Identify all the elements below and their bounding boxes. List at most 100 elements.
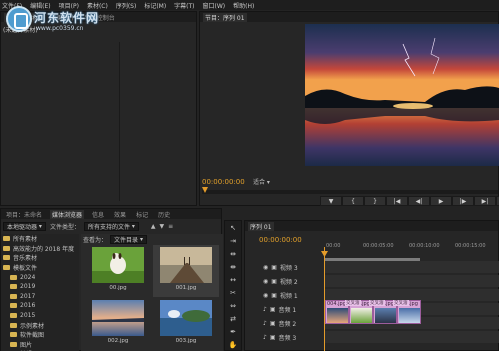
transition-label[interactable]: 交叉溶 <box>393 300 409 306</box>
track-header[interactable]: ◉ ▣ 视频 3 <box>245 261 324 274</box>
media-thumbnail-grid: 查看为： 文件目录 ▾ 00.jpg 001.jpg 002.jpg 003.j… <box>81 234 223 351</box>
folder-tree-item[interactable]: 2019 <box>1 282 79 292</box>
menu-title[interactable]: 字幕(T) <box>174 1 194 10</box>
transition-label[interactable]: 交叉溶 <box>345 300 361 306</box>
project-tabbar: 项目：未命名 媒体浏览器 信息 效果 标记 历史 <box>1 209 221 219</box>
tab-markers[interactable]: 标记 <box>134 210 150 219</box>
view-as-value: 文件目录 <box>114 236 139 244</box>
nav-forward-icon[interactable]: ▼ <box>160 223 165 230</box>
pier-thumbnail-image <box>160 247 212 283</box>
track-select-tool-icon[interactable]: ⇥ <box>227 236 239 247</box>
track-header[interactable]: ♪ ▣ 音频 2 <box>245 317 324 330</box>
folder-tree-item[interactable]: 2015 <box>1 311 79 321</box>
tab-media-browser[interactable]: 媒体浏览器 <box>50 209 85 219</box>
play-button[interactable]: ▶ <box>430 196 452 206</box>
folder-tree-item[interactable]: 音乐素材 <box>1 253 79 263</box>
folder-tree-item[interactable]: 图片 <box>1 340 79 350</box>
thumbnail-item[interactable]: 003.jpg <box>153 298 219 350</box>
program-timecode[interactable]: 00:00:00:00 <box>202 178 245 186</box>
tab-effects[interactable]: 效果 <box>112 210 128 219</box>
thumbnail-item[interactable]: 002.jpg <box>85 298 151 350</box>
thumbnail-item[interactable]: 00.jpg <box>85 245 151 297</box>
lock-icon[interactable]: ▣ <box>270 306 276 313</box>
source-right-column <box>123 42 193 201</box>
tab-history[interactable]: 历史 <box>156 210 172 219</box>
folder-tree-item[interactable]: 高效能力的 2018 年度 <box>1 244 79 254</box>
drive-dropdown-value: 本地驱动器 <box>7 223 38 231</box>
track-header[interactable]: ♪ ▣ 音频 1 <box>245 303 324 316</box>
speaker-icon[interactable]: ♪ <box>263 306 267 313</box>
tab-program[interactable]: 节目：序列 01 <box>203 12 247 22</box>
thumbnail-item-selected[interactable]: 001.jpg <box>153 245 219 297</box>
folder-label: 2024 <box>20 273 36 281</box>
track-header[interactable]: ◉ ▣ 视频 1 <box>245 289 324 302</box>
transition-label[interactable]: 交叉溶 <box>369 300 385 306</box>
slip-tool-icon[interactable]: ⇔ <box>227 301 239 312</box>
mark-in-button[interactable]: { <box>342 196 364 206</box>
eye-icon[interactable]: ◉ <box>263 278 268 285</box>
rolling-edit-tool-icon[interactable]: ⇼ <box>227 262 239 273</box>
lock-icon[interactable]: ▣ <box>271 264 277 271</box>
selection-tool-icon[interactable]: ↖ <box>227 223 239 234</box>
lock-icon[interactable]: ▣ <box>270 320 276 327</box>
go-to-out-button[interactable]: ▶| <box>474 196 496 206</box>
view-as-dropdown[interactable]: 文件目录 ▾ <box>110 234 147 244</box>
add-marker-button[interactable]: ▼ <box>320 196 342 206</box>
folder-tree-item[interactable]: 模板文件 <box>1 263 79 273</box>
coast-thumbnail-image <box>160 300 212 336</box>
eye-icon[interactable]: ◉ <box>263 292 268 299</box>
menu-help[interactable]: 帮助(H) <box>233 1 254 10</box>
folder-label: 图片 <box>20 341 33 349</box>
tab-project[interactable]: 项目：未命名 <box>4 210 44 219</box>
mark-out-button[interactable]: } <box>364 196 386 206</box>
folder-tree-item[interactable]: 2016 <box>1 301 79 311</box>
lock-icon[interactable]: ▣ <box>270 334 276 341</box>
media-browser-toolbar: 本地驱动器 ▾ 文件类型： 所有支持的文件 ▾ ▲ ▼ ≡ <box>1 220 223 232</box>
track-name: 视频 3 <box>279 265 298 272</box>
drive-dropdown[interactable]: 本地驱动器 ▾ <box>3 221 46 231</box>
folder-tree-item[interactable]: 软件截图 <box>1 330 79 340</box>
track-lane[interactable] <box>325 331 499 343</box>
timeline-ruler[interactable]: 00:00 00:00:05:00 00:00:10:00 00:00:15:0… <box>325 241 499 255</box>
folder-tree-item[interactable]: 2024 <box>1 272 79 282</box>
folder-tree-item[interactable]: 2017 <box>1 292 79 302</box>
track-lane[interactable] <box>325 261 499 273</box>
program-scrubber[interactable] <box>202 190 498 194</box>
file-type-dropdown[interactable]: 所有支持的文件 ▾ <box>83 221 139 231</box>
program-video-frame <box>305 24 499 166</box>
menu-window[interactable]: 窗口(W) <box>203 1 226 10</box>
track-lane[interactable] <box>325 275 499 287</box>
tab-sequence[interactable]: 序列 01 <box>248 221 274 231</box>
menu-marker[interactable]: 标记(M) <box>144 1 166 10</box>
track-header[interactable]: ◉ ▣ 视频 2 <box>245 275 324 288</box>
timeline-timecode[interactable]: 00:00:00:00 <box>259 236 302 244</box>
folder-tree-item[interactable]: 所有素材 <box>1 234 79 244</box>
panel-menu-icon[interactable]: ≡ <box>168 223 173 230</box>
nav-back-icon[interactable]: ▲ <box>151 223 156 230</box>
source-left-column <box>5 42 120 201</box>
folder-icon <box>10 303 17 309</box>
lock-icon[interactable]: ▣ <box>271 292 277 299</box>
folder-label: 音乐素材 <box>13 255 38 263</box>
step-forward-button[interactable]: |▶ <box>452 196 474 206</box>
slide-tool-icon[interactable]: ⇄ <box>227 314 239 325</box>
speaker-icon[interactable]: ♪ <box>263 320 267 327</box>
pen-tool-icon[interactable]: ✒ <box>227 327 239 338</box>
track-header[interactable]: ♪ ▣ 音频 3 <box>245 331 324 344</box>
watermark-logo-icon <box>6 6 32 32</box>
step-back-button[interactable]: ◀| <box>408 196 430 206</box>
folder-tree-item[interactable]: 示例素材 <box>1 320 79 330</box>
hand-tool-icon[interactable]: ✋ <box>227 340 239 351</box>
playhead-line[interactable] <box>324 247 325 351</box>
program-fit-dropdown[interactable]: 适合 ▾ <box>253 177 270 186</box>
thumbnail-label: 001.jpg <box>175 285 197 291</box>
rate-stretch-tool-icon[interactable]: ↔ <box>227 275 239 286</box>
razor-tool-icon[interactable]: ✂ <box>227 288 239 299</box>
track-name: 音频 3 <box>278 335 297 342</box>
lock-icon[interactable]: ▣ <box>271 278 277 285</box>
eye-icon[interactable]: ◉ <box>263 264 268 271</box>
ripple-edit-tool-icon[interactable]: ⇹ <box>227 249 239 260</box>
speaker-icon[interactable]: ♪ <box>263 334 267 341</box>
tab-info[interactable]: 信息 <box>90 210 106 219</box>
go-to-in-button[interactable]: |◀ <box>386 196 408 206</box>
